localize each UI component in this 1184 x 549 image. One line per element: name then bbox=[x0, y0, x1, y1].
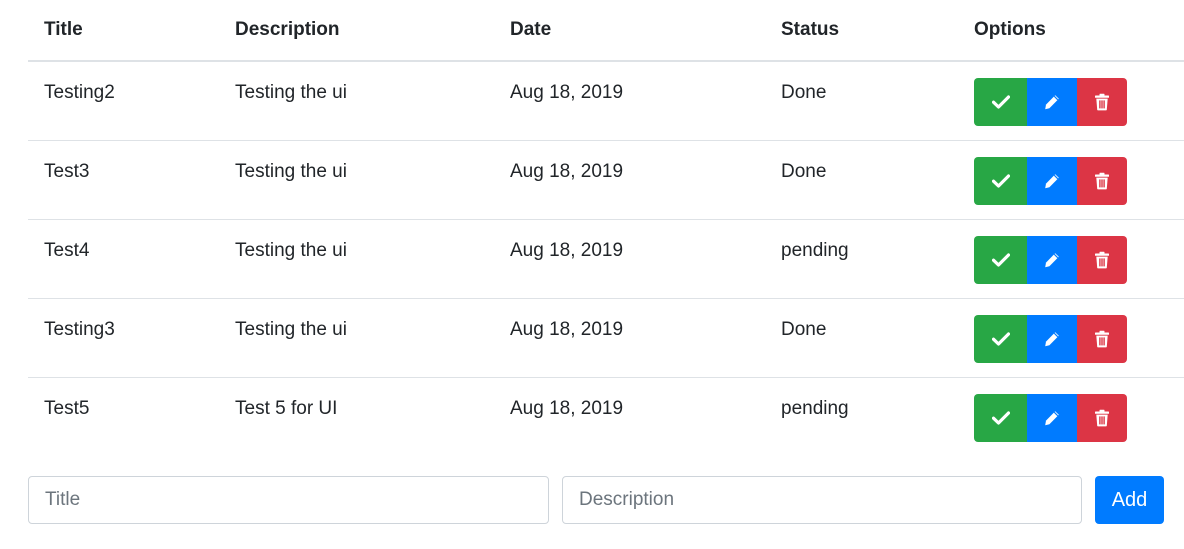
table-row: Test3 Testing the ui Aug 18, 2019 Done bbox=[28, 139, 1184, 219]
cell-date: Aug 18, 2019 bbox=[510, 82, 624, 103]
cell-description: Testing the ui bbox=[219, 139, 494, 219]
cell-options bbox=[958, 61, 1184, 140]
check-icon bbox=[991, 252, 1010, 267]
cell-options bbox=[958, 218, 1184, 298]
check-icon bbox=[991, 410, 1010, 425]
cell-date: Aug 18, 2019 bbox=[494, 139, 765, 219]
trash-icon bbox=[1094, 251, 1110, 269]
description-input[interactable] bbox=[562, 476, 1082, 524]
trash-icon bbox=[1094, 409, 1110, 427]
add-todo-form: Add bbox=[28, 476, 1164, 524]
pencil-icon bbox=[1043, 330, 1061, 348]
cell-description: Testing the ui bbox=[235, 82, 347, 103]
todo-table: Title Description Date Status Options Te… bbox=[28, 0, 1184, 456]
cell-status: pending bbox=[765, 218, 958, 298]
table-row: Test5 Test 5 for UI Aug 18, 2019 pending bbox=[28, 376, 1184, 456]
column-header-description: Description bbox=[219, 0, 494, 62]
cell-title: Test4 bbox=[28, 218, 219, 298]
delete-button[interactable] bbox=[1077, 78, 1127, 126]
cell-title: Test3 bbox=[28, 139, 219, 219]
column-header-date: Date bbox=[494, 0, 765, 62]
cell-options bbox=[958, 376, 1184, 456]
edit-button[interactable] bbox=[1027, 156, 1077, 205]
edit-button[interactable] bbox=[1027, 78, 1077, 126]
cell-options bbox=[958, 297, 1184, 377]
cell-title: Test5 bbox=[28, 376, 219, 456]
mark-done-button[interactable] bbox=[974, 393, 1027, 442]
delete-button[interactable] bbox=[1077, 156, 1127, 205]
cell-description: Testing the ui bbox=[219, 297, 494, 377]
cell-date: Aug 18, 2019 bbox=[494, 218, 765, 298]
delete-button[interactable] bbox=[1077, 393, 1127, 442]
cell-description: Testing the ui bbox=[219, 218, 494, 298]
add-button[interactable]: Add bbox=[1095, 476, 1164, 524]
trash-icon bbox=[1094, 93, 1110, 111]
row-action-buttons bbox=[974, 393, 1184, 442]
column-header-options: Options bbox=[958, 0, 1184, 62]
delete-button[interactable] bbox=[1077, 314, 1127, 363]
pencil-icon bbox=[1043, 93, 1061, 111]
pencil-icon bbox=[1043, 409, 1061, 427]
mark-done-button[interactable] bbox=[974, 314, 1027, 363]
cell-status: Done bbox=[765, 297, 958, 377]
column-header-title: Title bbox=[28, 0, 219, 62]
cell-status: Done bbox=[765, 139, 958, 219]
todo-table-container: Title Description Date Status Options Te… bbox=[28, 0, 1184, 456]
table-header-row: Title Description Date Status Options bbox=[28, 0, 1184, 62]
cell-options bbox=[958, 139, 1184, 219]
table-row: Testing3 Testing the ui Aug 18, 2019 Done bbox=[28, 297, 1184, 377]
cell-description: Test 5 for UI bbox=[219, 376, 494, 456]
edit-button[interactable] bbox=[1027, 314, 1077, 363]
cell-title: Testing3 bbox=[28, 297, 219, 377]
row-action-buttons bbox=[974, 235, 1184, 284]
cell-date: Aug 18, 2019 bbox=[494, 297, 765, 377]
cell-status: pending bbox=[765, 376, 958, 456]
check-icon bbox=[991, 173, 1010, 188]
edit-button[interactable] bbox=[1027, 235, 1077, 284]
pencil-icon bbox=[1043, 251, 1061, 269]
edit-button[interactable] bbox=[1027, 393, 1077, 442]
delete-button[interactable] bbox=[1077, 235, 1127, 284]
check-icon bbox=[991, 95, 1010, 109]
pencil-icon bbox=[1043, 172, 1061, 190]
cell-date: Aug 18, 2019 bbox=[494, 376, 765, 456]
column-header-status: Status bbox=[765, 0, 958, 62]
row-action-buttons bbox=[974, 156, 1184, 205]
title-input[interactable] bbox=[28, 476, 549, 524]
check-icon bbox=[991, 331, 1010, 346]
table-row: Testing2 Testing the ui Aug 18, 2019 Done bbox=[28, 61, 1184, 140]
table-row: Test4 Testing the ui Aug 18, 2019 pending bbox=[28, 218, 1184, 298]
mark-done-button[interactable] bbox=[974, 78, 1027, 126]
trash-icon bbox=[1094, 172, 1110, 190]
cell-title: Testing2 bbox=[44, 82, 115, 103]
mark-done-button[interactable] bbox=[974, 156, 1027, 205]
row-action-buttons bbox=[974, 78, 1184, 126]
trash-icon bbox=[1094, 330, 1110, 348]
row-action-buttons bbox=[974, 314, 1184, 363]
cell-status: Done bbox=[781, 82, 827, 103]
mark-done-button[interactable] bbox=[974, 235, 1027, 284]
